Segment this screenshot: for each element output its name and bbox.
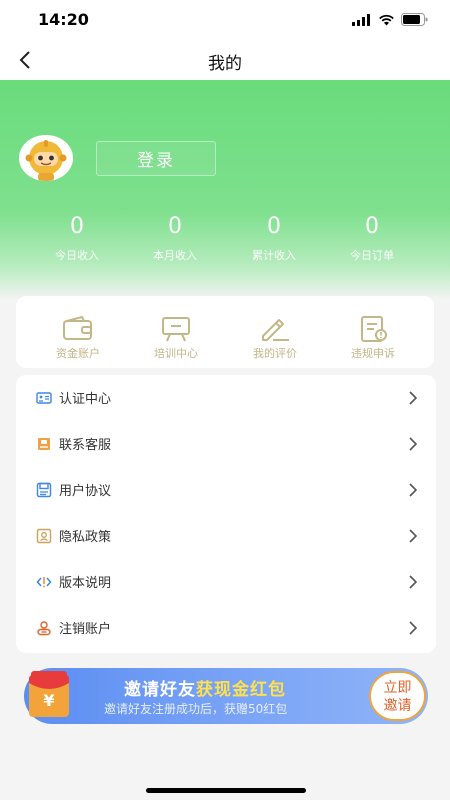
menu-item-certification[interactable]: 认证中心 — [16, 375, 436, 421]
stat-total-income: 0 累计收入 — [224, 213, 324, 263]
nav-bar: 我的 — [0, 40, 450, 80]
cellular-signal-icon — [352, 13, 370, 26]
battery-icon — [401, 13, 428, 26]
training-board-icon — [162, 317, 190, 342]
robot-avatar-icon — [19, 135, 73, 181]
appeal-document-icon — [361, 316, 387, 342]
quick-action-violation-appeal[interactable]: 违规申诉 — [323, 316, 423, 361]
menu-item-delete-account[interactable]: 注销账户 — [16, 605, 436, 651]
quick-action-fund-account[interactable]: 资金账户 — [28, 316, 128, 361]
login-button[interactable]: 登录 — [96, 141, 216, 176]
status-bar: 14:20 — [0, 0, 450, 40]
status-time: 14:20 — [38, 10, 89, 29]
stat-today-income: 0 今日收入 — [27, 213, 127, 263]
quick-action-my-reviews[interactable]: 我的评价 — [225, 316, 325, 361]
stat-label: 今日收入 — [55, 249, 99, 262]
menu-item-label: 认证中心 — [59, 392, 112, 407]
chevron-right-icon — [409, 437, 418, 451]
quick-actions-card: 资金账户 培训中心 我的评价 违规申诉 — [16, 296, 434, 368]
menu-item-label: 版本说明 — [59, 576, 112, 591]
chevron-right-icon — [409, 391, 418, 405]
home-indicator — [146, 788, 306, 793]
wallet-icon — [63, 316, 92, 340]
wifi-icon — [379, 14, 394, 25]
menu-item-label: 联系客服 — [59, 438, 112, 453]
status-icons — [352, 13, 428, 26]
invite-button-line2: 邀请 — [383, 698, 412, 714]
stat-month-income: 0 本月收入 — [125, 213, 225, 263]
menu-item-user-agreement[interactable]: 用户协议 — [16, 467, 436, 513]
stat-today-orders: 0 今日订单 — [322, 213, 422, 263]
banner-title-highlight: 获现金红包 — [196, 680, 286, 700]
banner-title: 邀请好友获现金红包 — [124, 675, 286, 700]
chevron-right-icon — [409, 529, 418, 543]
privacy-icon — [36, 528, 52, 544]
gift-symbol: ¥ — [43, 691, 54, 710]
stat-value: 0 — [365, 214, 379, 239]
page-title: 我的 — [208, 54, 242, 74]
quick-action-label: 资金账户 — [56, 347, 100, 360]
red-envelope-icon: ¥ — [29, 671, 69, 717]
stat-value: 0 — [168, 214, 182, 239]
stat-label: 累计收入 — [252, 249, 296, 262]
menu-item-label: 用户协议 — [59, 484, 112, 499]
menu-item-version-info[interactable]: 版本说明 — [16, 559, 436, 605]
agreement-icon — [36, 482, 52, 498]
chevron-right-icon — [409, 621, 418, 635]
menu-item-label: 隐私政策 — [59, 530, 112, 545]
avatar[interactable] — [19, 135, 73, 181]
quick-action-label: 我的评价 — [253, 347, 297, 360]
version-code-icon — [36, 577, 52, 588]
logout-user-icon — [37, 621, 51, 636]
menu-item-customer-service[interactable]: 联系客服 — [16, 421, 436, 467]
banner-subtitle: 邀请好友注册成功后，获赠50红包 — [104, 702, 288, 716]
quick-action-label: 违规申诉 — [351, 347, 395, 360]
stat-label: 本月收入 — [153, 249, 197, 262]
banner-title-prefix: 邀请好友 — [124, 680, 196, 700]
stat-value: 0 — [70, 214, 84, 239]
invite-button-line1: 立即 — [383, 680, 412, 696]
invite-now-button[interactable]: 立即 邀请 — [369, 671, 426, 721]
profile-header — [0, 80, 450, 300]
customer-service-icon — [38, 438, 50, 450]
chevron-right-icon — [409, 575, 418, 589]
id-card-icon — [36, 392, 52, 404]
edit-pen-icon — [262, 319, 289, 341]
menu-item-privacy-policy[interactable]: 隐私政策 — [16, 513, 436, 559]
quick-action-training-center[interactable]: 培训中心 — [126, 316, 226, 361]
chevron-right-icon — [409, 483, 418, 497]
settings-menu: 认证中心 联系客服 用户协议 隐私政策 版本说明 注销账户 — [16, 375, 436, 653]
menu-item-label: 注销账户 — [59, 622, 112, 637]
stat-label: 今日订单 — [350, 249, 394, 262]
stat-value: 0 — [267, 214, 281, 239]
quick-action-label: 培训中心 — [154, 347, 198, 360]
